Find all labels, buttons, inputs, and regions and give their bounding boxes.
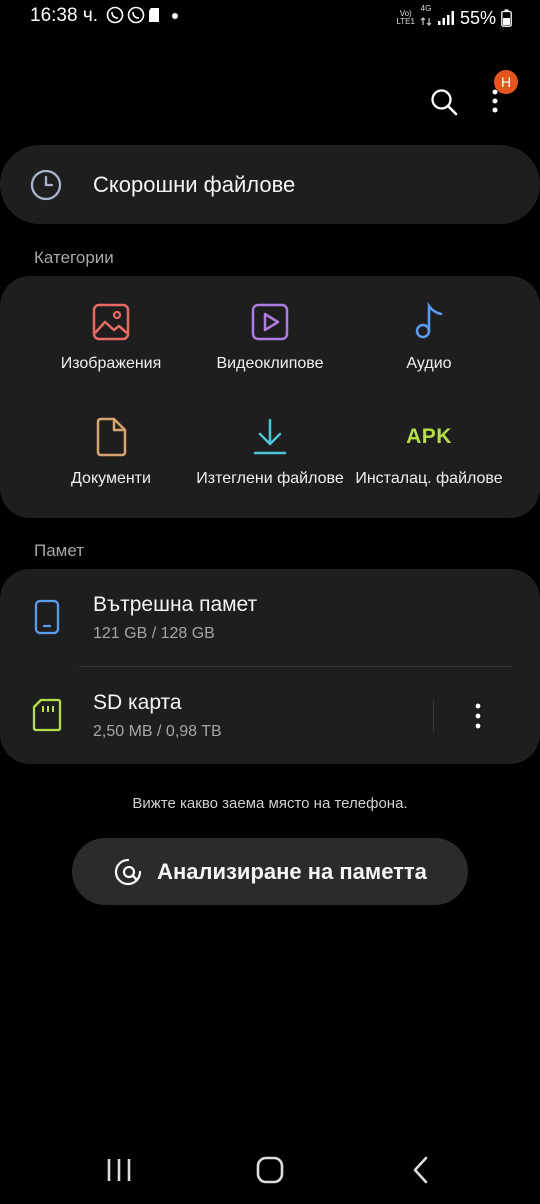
nav-back-button[interactable] [408,1154,434,1186]
status-bar: 16:38 ч. Vo) LTE1 4G 55% [0,0,540,34]
category-installation-files[interactable]: APK Инсталац. файлове [344,417,514,489]
search-button[interactable] [426,84,462,120]
analyze-storage-label: Анализиране на паметта [157,858,427,884]
phone-icon [34,599,60,635]
category-downloads[interactable]: Изтеглени файлове [185,417,355,489]
category-documents[interactable]: Документи [26,417,196,489]
sd-card-label: SD карта [93,691,182,714]
status-time: 16:38 ч. [30,5,99,26]
notification-icons [106,6,181,24]
recent-apps-icon [107,1159,131,1181]
category-label: Документи [71,470,151,487]
internal-storage-usage: 121 GB / 128 GB [93,625,215,642]
categories-title: Категории [34,248,114,267]
category-label: Изтеглени файлове [196,470,344,487]
dot-icon [172,13,178,19]
sd-card-icon [32,698,62,732]
nav-recent-apps-button[interactable] [104,1156,134,1184]
signal-icon [437,11,454,25]
vertical-divider [433,700,434,732]
battery-percentage: 55% [459,7,496,28]
data-indicator: 4G [420,5,432,31]
storage-title: Памет [34,541,85,560]
music-note-icon [415,302,443,339]
video-icon [251,303,289,341]
document-icon [96,417,127,457]
category-label: Аудио [406,355,452,372]
sd-card-notification-icon [149,8,159,22]
back-icon [413,1156,428,1184]
battery-icon [501,9,512,27]
category-label: Инсталац. файлове [355,470,503,487]
internal-storage-label: Вътрешна памет [93,593,258,616]
home-icon [256,1156,284,1184]
category-images[interactable]: Изображения [26,302,196,374]
analyze-storage-button[interactable]: Анализиране на паметта [72,838,468,905]
viber-icon [106,6,124,24]
more-vertical-icon [475,703,481,729]
my-files-screen: 16:38 ч. Vo) LTE1 4G 55% Н Скорошни файл… [0,0,540,1204]
download-icon [253,418,287,455]
notification-badge: Н [494,70,518,94]
system-status-icons: Vo) LTE1 4G 55% [396,5,512,31]
sd-card-item[interactable]: SD карта 2,50 MB / 0,98 TB [0,667,430,764]
category-audio[interactable]: Аудио [344,302,514,374]
category-label: Изображения [60,355,162,372]
nav-home-button[interactable] [254,1154,286,1186]
category-videos[interactable]: Видеоклипове [185,302,355,374]
category-label: Видеоклипове [216,355,324,372]
sd-card-usage: 2,50 MB / 0,98 TB [93,723,222,740]
categories-card: Изображения Видеоклипове Аудио Документи [0,276,540,518]
apk-icon: APK [406,425,452,448]
storage-analysis-icon [115,858,142,885]
recent-files-label: Скорошни файлове [93,172,296,197]
recent-files-button[interactable]: Скорошни файлове [0,145,540,224]
storage-card: Вътрешна памет 121 GB / 128 GB SD карта … [0,569,540,764]
sd-card-more-button[interactable] [466,699,490,733]
clock-icon [30,169,62,201]
viber-icon-2 [127,6,145,24]
volte-indicator: Vo) LTE1 [396,9,415,26]
internal-storage-item[interactable]: Вътрешна памет 121 GB / 128 GB [0,569,540,666]
data-arrows-icon [420,17,432,26]
image-icon [92,303,130,341]
search-icon [431,89,458,116]
storage-hint-text: Вижте какво заема място на телефона. [132,795,408,812]
